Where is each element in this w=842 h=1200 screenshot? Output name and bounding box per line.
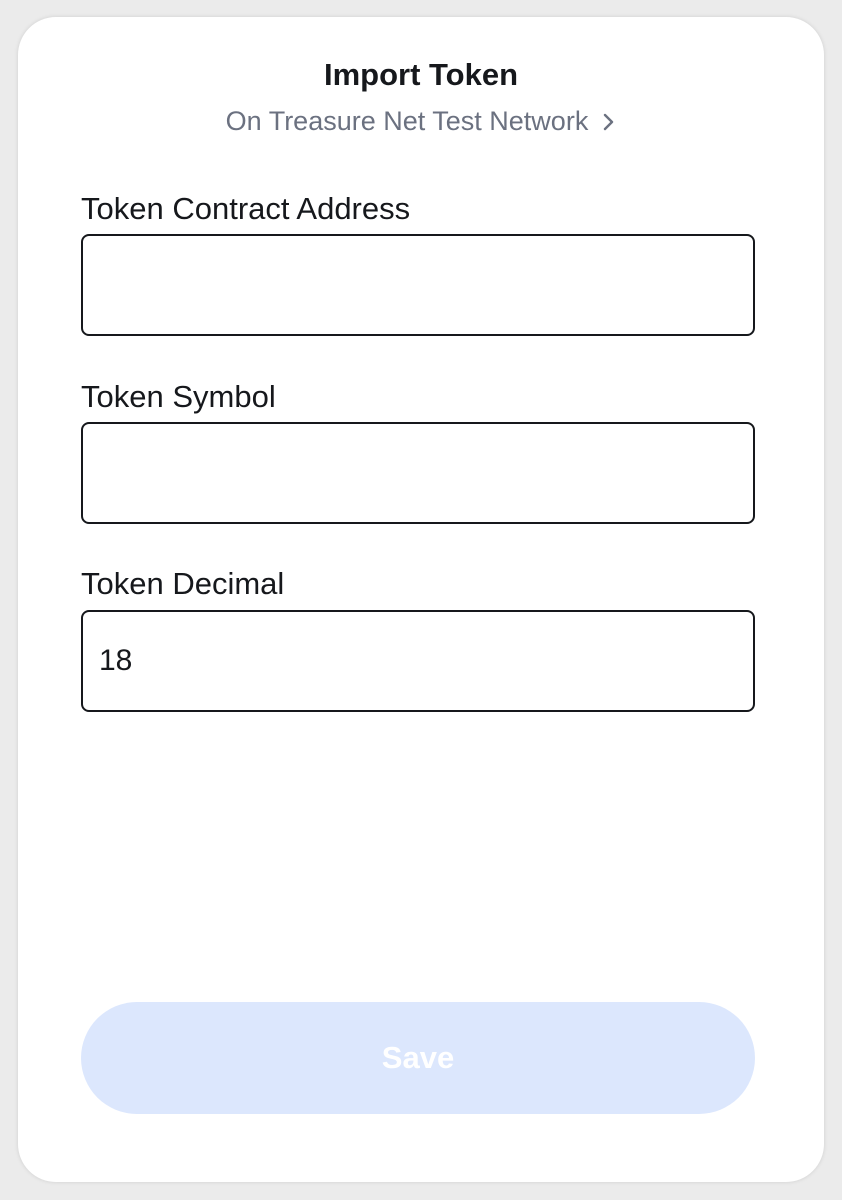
token-contract-address-label: Token Contract Address xyxy=(81,191,411,226)
network-selector[interactable]: On Treasure Net Test Network xyxy=(18,106,824,137)
token-decimal-input[interactable] xyxy=(81,610,755,712)
chevron-right-icon xyxy=(604,113,614,130)
save-button[interactable]: Save xyxy=(81,1002,755,1114)
import-token-card: Import Token On Treasure Net Test Networ… xyxy=(18,17,824,1182)
token-symbol-label: Token Symbol xyxy=(81,379,276,414)
network-label: On Treasure Net Test Network xyxy=(225,106,589,136)
token-contract-address-input[interactable] xyxy=(81,234,755,336)
token-decimal-label: Token Decimal xyxy=(81,566,285,601)
token-symbol-input[interactable] xyxy=(81,422,755,524)
page-title: Import Token xyxy=(323,57,519,92)
